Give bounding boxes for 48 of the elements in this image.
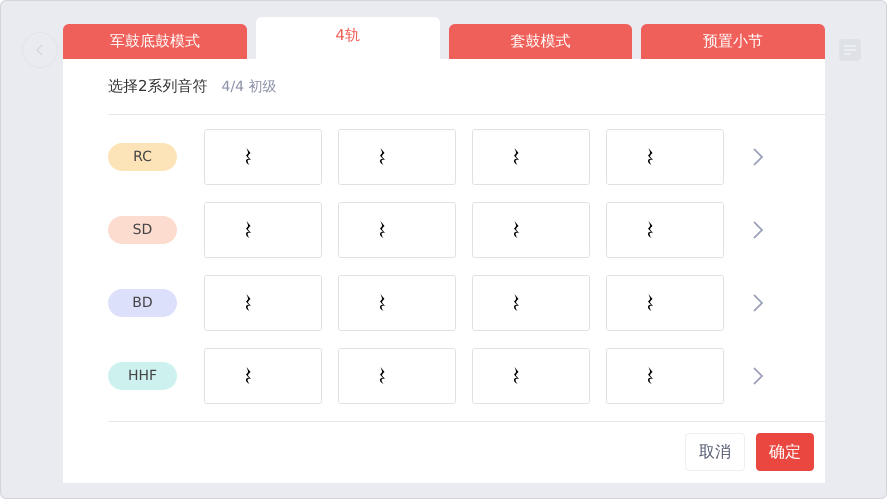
note-cell[interactable] [338,348,456,404]
cancel-button[interactable]: 取消 [685,433,745,471]
note-cell[interactable] [472,128,590,184]
chevron-right-icon[interactable] [752,366,764,386]
note-cell[interactable] [204,274,322,330]
rest-icon [245,221,252,238]
rest-icon [379,148,386,165]
dialog-title: 选择2系列音符 [108,77,208,96]
note-cell[interactable] [606,128,724,184]
rest-icon [379,221,386,238]
rest-icon [245,367,252,384]
track-label: RC [108,142,177,170]
note-cell[interactable] [472,274,590,330]
note-cell[interactable] [606,274,724,330]
rest-icon [379,294,386,311]
track-label: HHF [108,362,177,390]
level-label: 4/4 初级 [222,78,277,96]
note-cell[interactable] [204,128,322,184]
rest-icon [647,367,654,384]
rest-icon [245,294,252,311]
rest-icon [513,367,520,384]
note-cell[interactable] [338,128,456,184]
rest-icon [647,221,654,238]
confirm-button[interactable]: 确定 [756,433,814,471]
chevron-right-icon[interactable] [752,146,764,166]
note-cell[interactable] [606,202,724,258]
note-cell[interactable] [204,348,322,404]
note-cell[interactable] [338,202,456,258]
track-label: SD [108,216,177,244]
note-cell[interactable] [204,202,322,258]
chevron-right-icon[interactable] [752,292,764,312]
note-cell[interactable] [338,274,456,330]
track-label: BD [108,288,177,316]
note-cell[interactable] [472,348,590,404]
note-cell[interactable] [472,202,590,258]
tab[interactable]: 套鼓模式 [448,24,632,59]
rest-icon [647,294,654,311]
rest-icon [513,148,520,165]
chevron-right-icon[interactable] [752,220,764,240]
tab[interactable]: 军鼓底鼓模式 [63,24,247,59]
rest-icon [245,148,252,165]
tab[interactable]: 预置小节 [641,24,825,59]
rest-icon [379,367,386,384]
note-cell[interactable] [606,348,724,404]
rest-icon [647,148,654,165]
rest-icon [513,221,520,238]
tab[interactable]: 4轨 [256,17,440,59]
rest-icon [513,294,520,311]
